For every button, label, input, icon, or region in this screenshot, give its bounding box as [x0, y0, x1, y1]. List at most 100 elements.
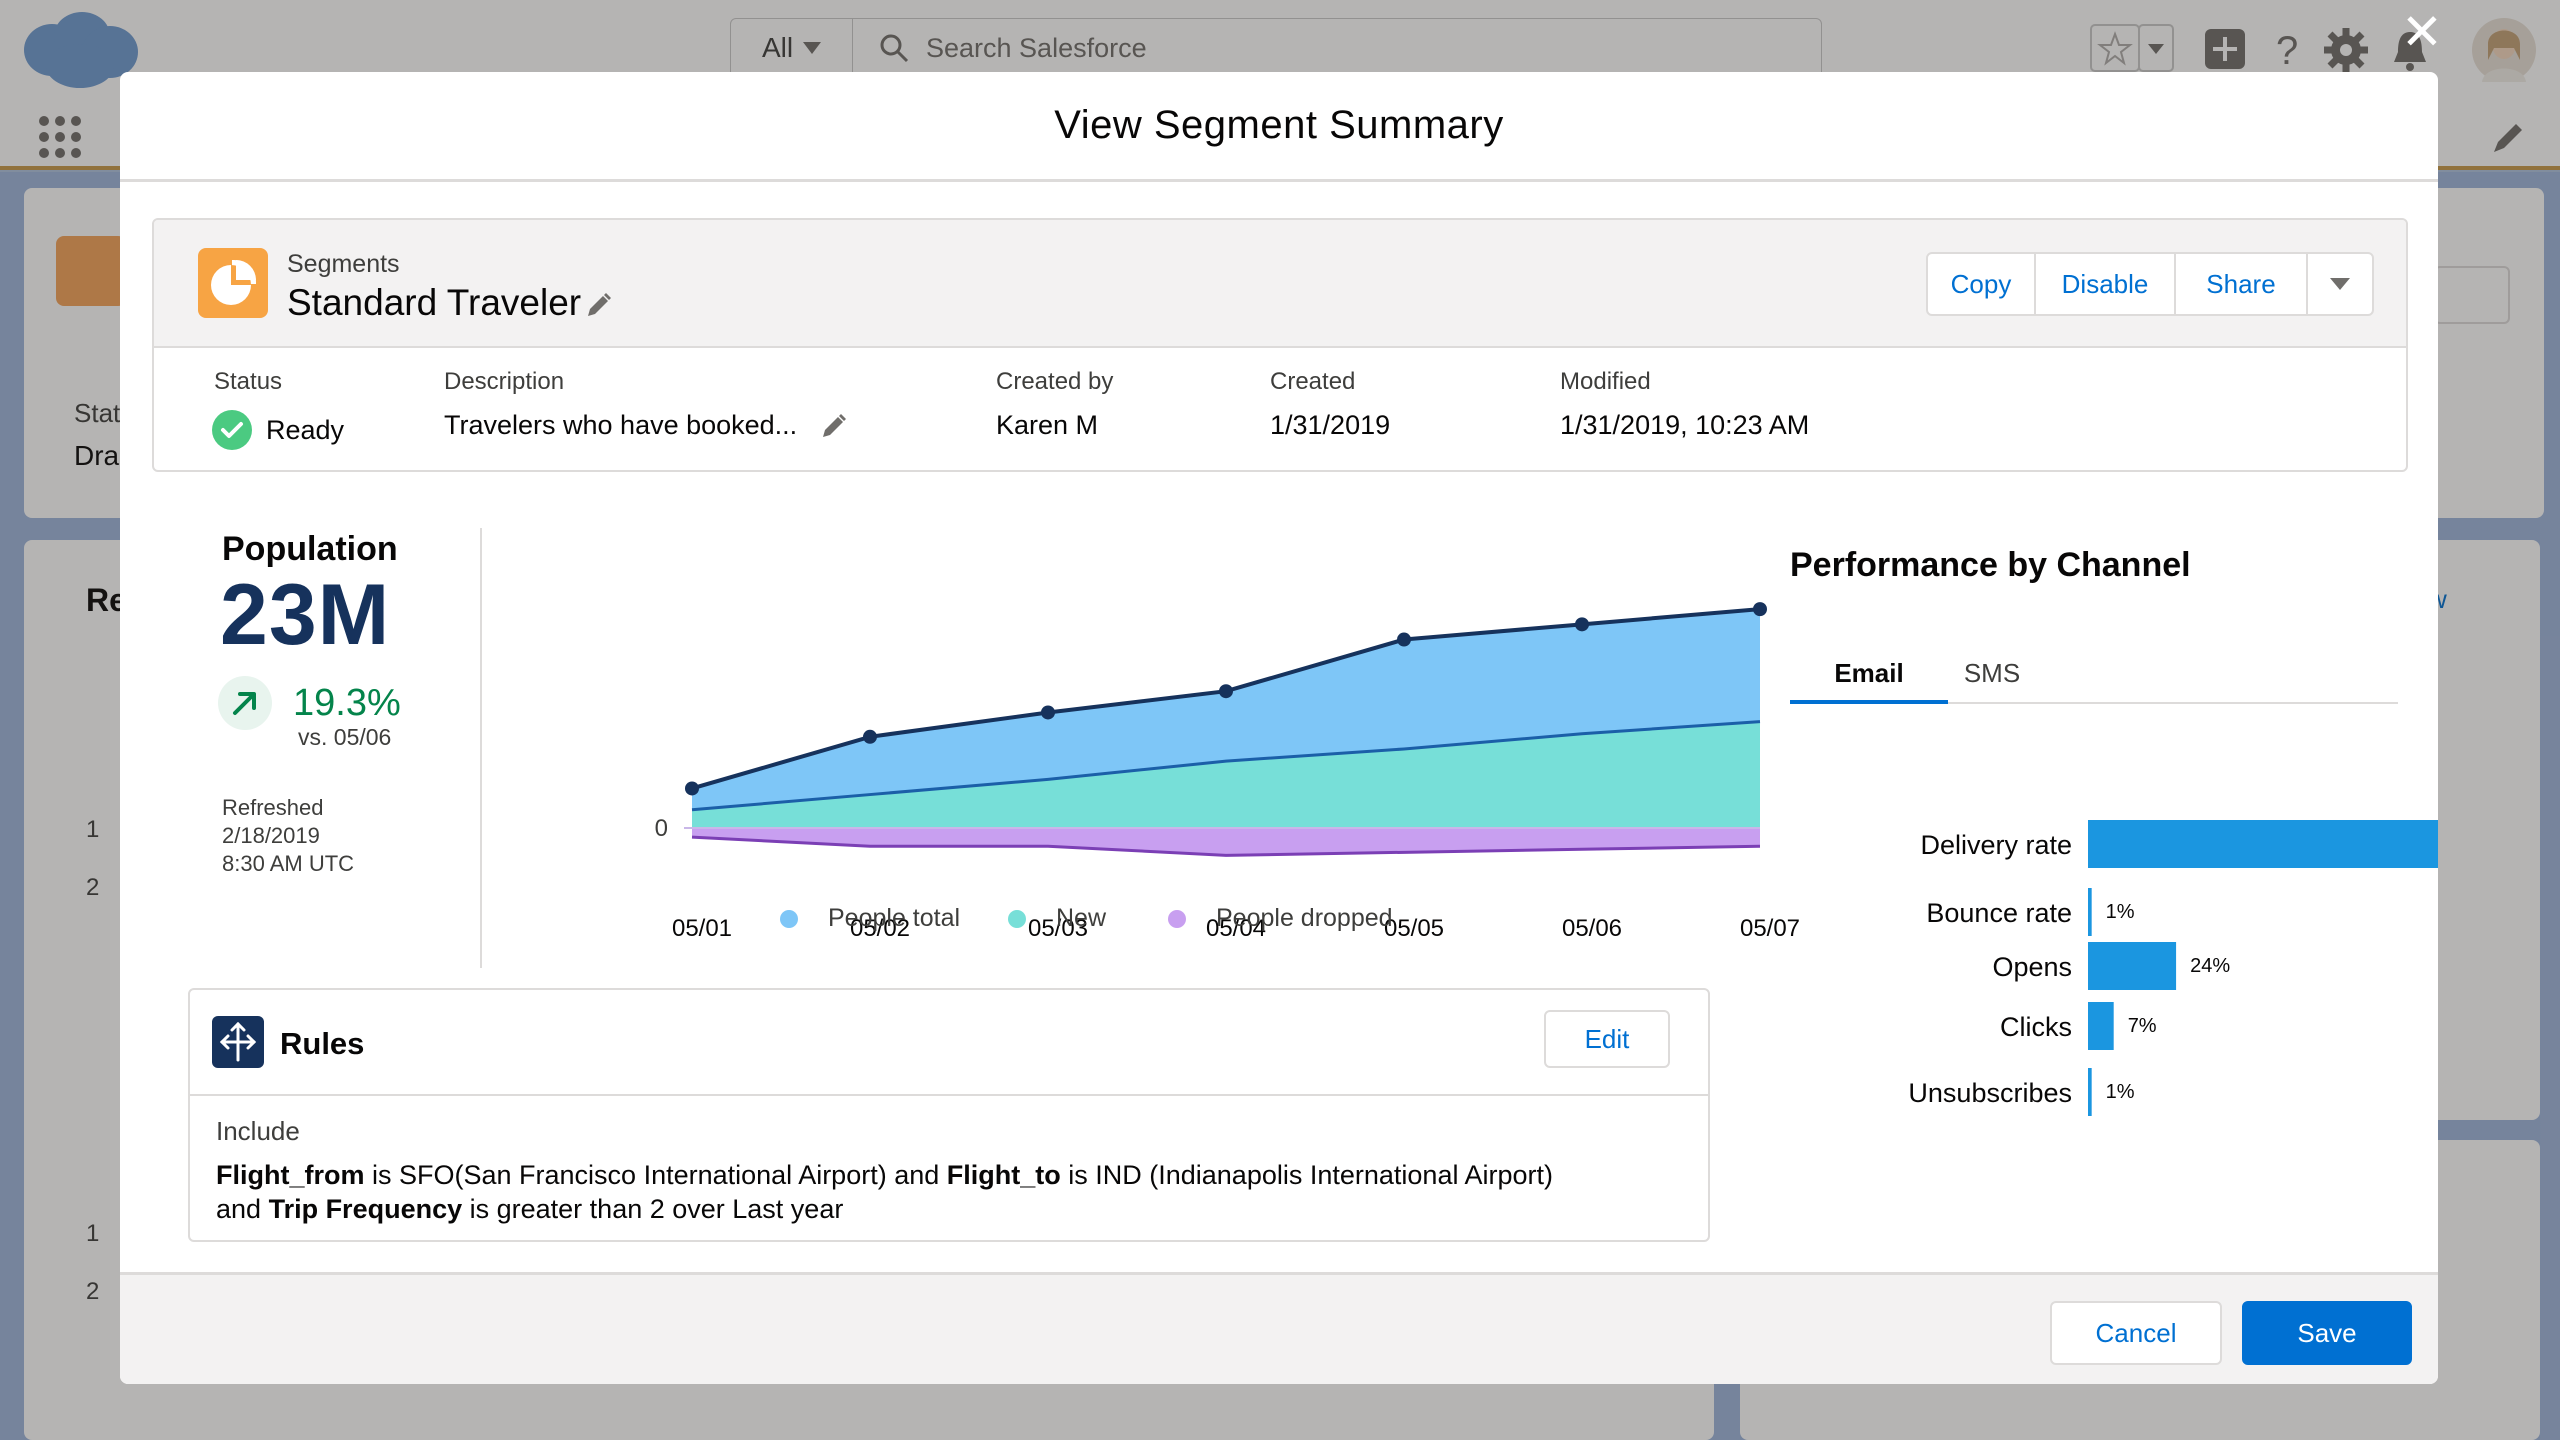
- refreshed-time: 8:30 AM UTC: [222, 851, 355, 876]
- y-axis-zero-label: 0: [655, 815, 668, 842]
- created-by-field: Created by Karen M: [996, 368, 1113, 441]
- created-by-value[interactable]: Karen M: [996, 410, 1113, 441]
- bar-value-label: 1%: [2106, 1081, 2135, 1103]
- bar-category-label: Clicks: [2000, 1012, 2072, 1042]
- created-by-label: Created by: [996, 368, 1114, 395]
- record-actions-group: Copy Disable Share: [1926, 252, 2374, 316]
- status-field: Status Ready: [212, 368, 345, 450]
- pie-chart-icon: [211, 259, 257, 305]
- segment-summary-modal: View Segment Summary Segments Standard T…: [120, 72, 2438, 1384]
- series-area-people-dropped: [692, 828, 1760, 856]
- modal-footer: Cancel Save: [120, 1272, 2438, 1384]
- legend-item[interactable]: People total: [780, 904, 960, 933]
- description-label: Description: [444, 368, 565, 395]
- population-change: 19.3%: [293, 682, 401, 724]
- refreshed-date: 2/18/2019: [222, 823, 320, 848]
- rules-header: Rules Edit: [190, 990, 1708, 1096]
- population-comparison: vs. 05/06: [298, 724, 392, 750]
- bar-opens: [2088, 942, 2177, 990]
- legend-dot: [1008, 909, 1026, 928]
- channel-tabs: Email SMS: [1790, 650, 2398, 704]
- rule-connector: and: [216, 1194, 269, 1224]
- data-point-people-total: [863, 729, 877, 744]
- data-point-people-total: [1219, 684, 1233, 699]
- cancel-button[interactable]: Cancel: [2050, 1301, 2222, 1365]
- legend-label: People total: [828, 904, 961, 932]
- bar-bounce-rate: [2088, 888, 2092, 936]
- rule-condition: is IND (Indianapolis International Airpo…: [1060, 1160, 1553, 1190]
- tab-sms[interactable]: SMS: [1948, 650, 2036, 704]
- copy-button[interactable]: Copy: [1928, 254, 2036, 314]
- x-tick-label: 05/05: [1384, 915, 1444, 942]
- status-label: Status: [214, 368, 283, 395]
- x-tick-label: 05/01: [672, 915, 732, 942]
- success-check-icon: [212, 410, 252, 450]
- data-point-people-total: [1753, 602, 1767, 617]
- rules-icon: [212, 1016, 264, 1068]
- bar-value-label: 24%: [2190, 955, 2230, 977]
- rules-include-label: Include: [216, 1116, 300, 1146]
- data-point-people-total: [1575, 617, 1589, 632]
- save-button[interactable]: Save: [2242, 1301, 2412, 1365]
- disable-button[interactable]: Disable: [2036, 254, 2176, 314]
- caret-down-icon: [2330, 278, 2350, 290]
- population-area-chart: 005/01 05/02 05/03 05/04 05/05 05/06 05/07: [655, 602, 1800, 942]
- status-value: Ready: [266, 414, 345, 445]
- legend-dot: [780, 909, 798, 928]
- modified-value: 1/31/2019, 10:23 AM: [1560, 410, 1810, 440]
- population-label: Population: [222, 530, 398, 568]
- x-tick-label: 05/06: [1562, 915, 1622, 942]
- population-value: 23M: [220, 567, 391, 663]
- rule-field: Trip Frequency: [268, 1194, 463, 1224]
- edit-name-pencil-icon[interactable]: [586, 292, 612, 318]
- rules-criteria: Flight_from is SFO(San Francisco Interna…: [216, 1158, 1696, 1226]
- edit-rules-button[interactable]: Edit: [1544, 1010, 1670, 1068]
- modal-header: View Segment Summary: [120, 72, 2438, 182]
- segment-icon: [198, 248, 268, 318]
- bar-category-label: Opens: [1992, 952, 2072, 982]
- created-value: 1/31/2019: [1270, 410, 1391, 440]
- modified-label: Modified: [1560, 368, 1651, 395]
- bar-category-label: Bounce rate: [1926, 898, 2072, 928]
- modal-close-button[interactable]: ✕: [2398, 7, 2446, 57]
- record-fields: Status Ready Description Travelers who h…: [154, 350, 2406, 470]
- modal-title: View Segment Summary: [1054, 103, 1504, 147]
- data-point-people-total: [1397, 632, 1411, 647]
- rule-condition: is greater than 2 over Last year: [462, 1194, 844, 1224]
- description-value: Travelers who have booked...: [444, 410, 798, 440]
- status-value-row: Ready: [212, 410, 345, 450]
- description-field: Description Travelers who have booked...: [444, 368, 847, 441]
- record-object-label: Segments: [287, 250, 400, 278]
- segment-record-header: Segments Standard Traveler Copy Disable …: [152, 218, 2408, 472]
- bar-delivery-rate: [2088, 820, 2438, 868]
- bar-category-label: Unsubscribes: [1908, 1078, 2072, 1108]
- legend-item[interactable]: New: [1008, 904, 1106, 933]
- share-button[interactable]: Share: [2176, 254, 2308, 314]
- more-actions-button[interactable]: [2308, 254, 2372, 314]
- rule-field: Flight_to: [946, 1160, 1061, 1190]
- performance-bar-chart: Delivery rate97%Bounce rate1%Opens24%Cli…: [1908, 820, 2438, 1116]
- rules-title: Rules: [280, 1026, 365, 1061]
- rules-card: Rules Edit Include Flight_from is SFO(Sa…: [188, 988, 1710, 1242]
- legend-label: People dropped: [1216, 904, 1393, 932]
- data-point-people-total: [685, 781, 699, 796]
- data-point-people-total: [1041, 705, 1055, 720]
- bar-unsubscribes: [2088, 1068, 2092, 1116]
- population-divider: [480, 528, 482, 968]
- edit-description-pencil-icon[interactable]: [821, 413, 847, 439]
- modified-field: Modified 1/31/2019, 10:23 AM: [1560, 368, 1809, 441]
- created-field: Created 1/31/2019: [1270, 368, 1390, 441]
- rule-condition: is SFO(San Francisco International Airpo…: [364, 1160, 947, 1190]
- rule-field: Flight_from: [216, 1160, 365, 1190]
- record-header-top: Segments Standard Traveler Copy Disable …: [154, 220, 2406, 348]
- record-title: Standard Traveler: [287, 282, 582, 323]
- description-value-row: Travelers who have booked...: [444, 410, 847, 441]
- bar-clicks: [2088, 1002, 2114, 1050]
- legend-item[interactable]: People dropped: [1168, 904, 1393, 933]
- legend-label: New: [1056, 904, 1107, 932]
- tab-email[interactable]: Email: [1790, 650, 1948, 704]
- bar-value-label: 1%: [2106, 901, 2135, 923]
- created-label: Created: [1270, 368, 1356, 395]
- rules-line-2: and Trip Frequency is greater than 2 ove…: [216, 1192, 1696, 1226]
- refreshed-label: Refreshed: [222, 795, 324, 820]
